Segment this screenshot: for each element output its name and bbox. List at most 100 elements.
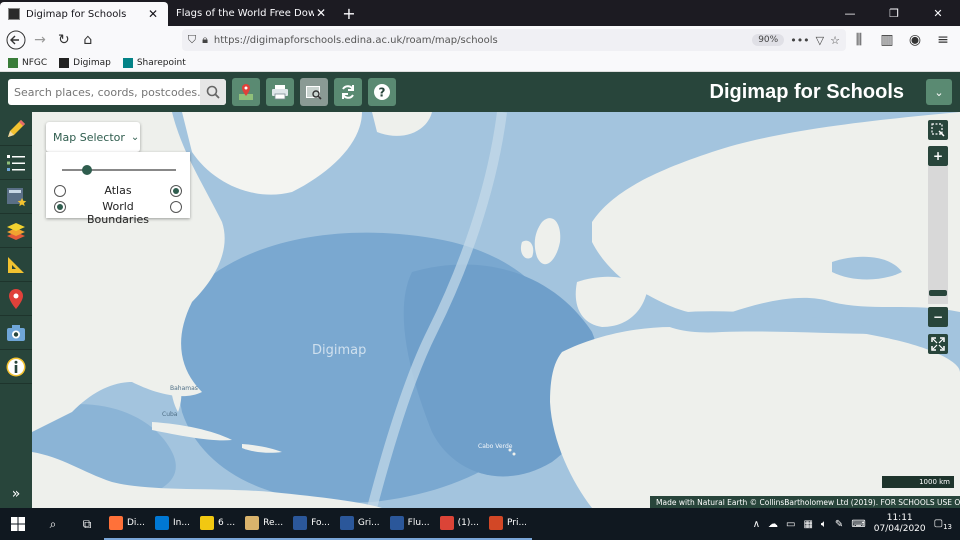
layer-blend-slider-handle[interactable] — [82, 165, 93, 175]
new-tab-button[interactable]: + — [336, 0, 362, 26]
taskbar-app[interactable]: Pri... — [483, 508, 533, 540]
app-icon — [155, 516, 170, 530]
bookmark-digimap[interactable]: Digimap — [59, 57, 111, 68]
zoom-out-button[interactable]: − — [928, 307, 948, 327]
url-text[interactable]: https://digimapforschools.edina.ac.uk/ro… — [214, 35, 746, 46]
nfgc-icon — [8, 57, 18, 68]
tray-chevron-icon[interactable]: ∧ — [753, 519, 760, 530]
layer-blend-slider-track[interactable] — [62, 169, 176, 171]
close-window-icon[interactable]: ✕ — [916, 0, 960, 26]
fullscreen-button[interactable] — [928, 334, 948, 354]
zoom-level-badge[interactable]: 90% — [752, 34, 785, 46]
plus-icon: + — [932, 149, 944, 163]
search-button[interactable] — [200, 79, 226, 105]
taskbar-app[interactable]: Re... — [240, 508, 289, 540]
task-view-icon[interactable]: ⧉ — [70, 508, 104, 540]
zoom-slider-track[interactable] — [928, 166, 948, 304]
photo-tool-button[interactable] — [0, 316, 32, 350]
taskbar-app[interactable]: Di... — [104, 508, 151, 540]
battery-icon[interactable]: ▭ — [786, 519, 795, 530]
sidebar-icon[interactable]: ▥ — [874, 28, 900, 52]
world-boundaries-right-radio[interactable] — [170, 201, 182, 213]
onedrive-icon[interactable]: ☁ — [768, 519, 778, 530]
taskbar-app[interactable]: 6 ... — [194, 508, 241, 540]
save-map-tool-button[interactable] — [0, 180, 32, 214]
location-tool-button[interactable] — [232, 78, 260, 106]
taskbar-clock[interactable]: 11:11 07/04/2020 — [874, 513, 926, 535]
app-icon — [488, 516, 503, 530]
forward-button[interactable]: → — [28, 28, 52, 52]
close-tab-icon[interactable]: ✕ — [314, 6, 328, 20]
draw-tool-button[interactable] — [0, 112, 32, 146]
reload-button[interactable]: ↻ — [52, 28, 76, 52]
window-controls: — ❐ ✕ — [828, 0, 960, 26]
saved-maps-button[interactable] — [300, 78, 328, 106]
menu-icon[interactable]: ≡ — [930, 28, 956, 52]
close-tab-icon[interactable]: ✕ — [146, 7, 160, 21]
network-icon[interactable]: ▦ — [803, 519, 812, 530]
search-icon — [206, 85, 220, 99]
layers-icon — [7, 222, 25, 240]
taskbar-app[interactable]: Fo... — [288, 508, 335, 540]
places-tool-button[interactable] — [0, 282, 32, 316]
volume-icon[interactable]: 🔈︎ — [821, 519, 827, 530]
taskbar-search-icon[interactable]: ⌕ — [36, 508, 70, 540]
digimap-favicon-icon — [8, 8, 20, 20]
lock-icon[interactable]: 🔒︎ — [202, 33, 208, 47]
tab-flags[interactable]: Flags of the World Free Download | ✕ — [168, 0, 336, 26]
atlas-right-radio[interactable] — [170, 185, 182, 197]
taskbar-app-label: Pri... — [506, 518, 528, 528]
layers-tool-button[interactable] — [0, 214, 32, 248]
place-label-cuba: Cuba — [162, 411, 178, 418]
page-actions-icon[interactable]: ••• — [790, 34, 809, 47]
print-button[interactable] — [266, 78, 294, 106]
refresh-button[interactable] — [334, 78, 362, 106]
legend-tool-button[interactable] — [0, 146, 32, 180]
help-button[interactable]: ? — [368, 78, 396, 106]
bookmark-sharepoint[interactable]: Sharepoint — [122, 57, 186, 68]
ocean-label: Digimap — [312, 343, 366, 358]
home-icon: ⌂ — [83, 32, 93, 48]
tab-title: Flags of the World Free Download | — [176, 7, 314, 19]
taskbar-app[interactable]: Gri... — [334, 508, 385, 540]
map-pin-icon — [239, 84, 253, 100]
box-select-button[interactable] — [928, 120, 948, 140]
home-button[interactable]: ⌂ — [76, 28, 100, 52]
shield-icon[interactable]: ⛉ — [188, 33, 196, 47]
pen-icon[interactable]: ✎ — [835, 519, 843, 530]
tab-digimap[interactable]: Digimap for Schools ✕ — [0, 2, 168, 26]
zoom-in-button[interactable]: + — [928, 146, 948, 166]
account-icon[interactable]: ◉ — [902, 28, 928, 52]
bookmark-nfgc[interactable]: NFGC — [8, 57, 47, 68]
taskbar-app[interactable]: Flu... — [384, 508, 435, 540]
search-input[interactable] — [14, 85, 200, 99]
app-icon — [293, 516, 308, 530]
taskbar-app-label: (1)... — [457, 518, 479, 528]
start-button[interactable] — [0, 508, 36, 540]
world-boundaries-left-radio[interactable] — [54, 201, 66, 213]
taskbar-app-label: Flu... — [407, 518, 430, 528]
search-box — [8, 79, 226, 105]
bookmark-star-icon[interactable]: ☆ — [830, 34, 840, 47]
expand-toolbar-icon[interactable]: » — [0, 486, 32, 502]
back-button[interactable] — [4, 28, 28, 52]
address-bar[interactable]: ⛉ 🔒︎ https://digimapforschools.edina.ac.… — [181, 29, 847, 51]
location-marker-icon — [9, 288, 23, 309]
atlas-left-radio[interactable] — [54, 185, 66, 197]
keyboard-icon[interactable]: ⌨ — [851, 519, 865, 530]
zoom-slider-handle[interactable] — [929, 289, 947, 296]
restore-icon[interactable]: ❐ — [872, 0, 916, 26]
app-header: ? Digimap for Schools ⌄ — [0, 72, 960, 112]
taskbar-app[interactable]: (1)... — [434, 508, 484, 540]
minus-icon: − — [932, 310, 944, 324]
brand-dropdown-button[interactable]: ⌄ — [926, 79, 952, 105]
taskbar-app[interactable]: In... — [150, 508, 195, 540]
app-icon — [389, 516, 404, 530]
info-tool-button[interactable] — [0, 350, 32, 384]
minimize-icon[interactable]: — — [828, 0, 872, 26]
notifications-icon[interactable]: ▢13 — [934, 518, 952, 531]
measure-tool-button[interactable] — [0, 248, 32, 282]
pocket-icon[interactable]: ▽ — [816, 34, 824, 47]
map-selector-button[interactable]: Map Selector ⌄ — [46, 122, 140, 152]
library-icon[interactable]: ⫼ — [846, 28, 872, 52]
